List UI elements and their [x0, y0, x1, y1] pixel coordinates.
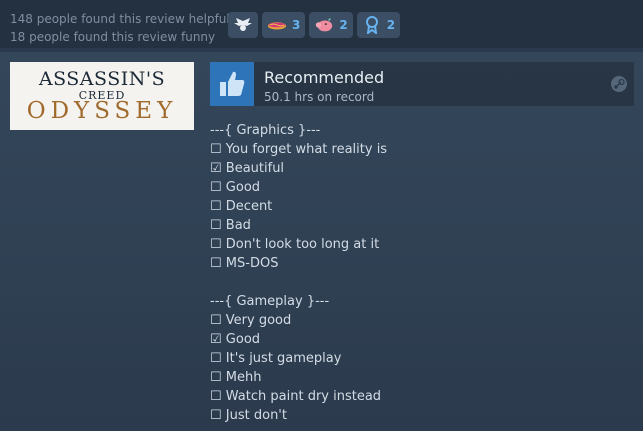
hot-dog-award-icon — [267, 16, 287, 34]
review-line: ---{ Graphics }--- — [210, 123, 321, 138]
helpfulness-summary: 148 people found this review helpful 18 … — [10, 10, 230, 46]
review-line: ☐ You forget what reality is — [210, 142, 388, 157]
review-line — [210, 273, 387, 292]
review-line: ☐ Watch paint dry instead — [210, 389, 382, 404]
review-header-bar: 148 people found this review helpful 18 … — [0, 0, 643, 48]
review-line: ☑ Beautiful — [210, 161, 285, 176]
recommendation-verdict: Recommended — [264, 68, 385, 87]
thumbs-up-icon — [210, 62, 254, 106]
ribbon-award-icon — [362, 16, 382, 34]
award-ribbon-count: 2 — [386, 18, 396, 32]
award-winged[interactable] — [228, 12, 258, 38]
recommendation-box[interactable]: Recommended 50.1 hrs on record — [210, 62, 634, 106]
award-ribbon[interactable]: 2 — [356, 12, 401, 38]
review-line: ☐ Mehh — [210, 370, 262, 385]
hours-on-record: 50.1 hrs on record — [264, 90, 375, 104]
review-line: ☐ MS-DOS — [210, 256, 279, 271]
review-line: ☐ Good — [210, 180, 261, 195]
pig-award-icon — [314, 16, 334, 34]
cover-title-line3: ODYSSEY — [26, 98, 178, 124]
review-line: ☐ It's just gameplay — [210, 351, 342, 366]
review-line: ---{ Gameplay }--- — [210, 294, 330, 309]
award-hot-dog-count: 3 — [292, 18, 301, 32]
awards-row: 3 2 2 — [228, 12, 401, 38]
review-line: ☐ Bad — [210, 218, 251, 233]
review-line: ☐ Very good — [210, 313, 292, 328]
helpful-count-text: 148 people found this review helpful — [10, 12, 230, 26]
award-hot-dog[interactable]: 3 — [262, 12, 306, 38]
award-pig[interactable]: 2 — [309, 12, 353, 38]
review-line: ☐ Don't look too long at it — [210, 237, 380, 252]
winged-award-icon — [233, 16, 253, 34]
review-line: ☐ Decent — [210, 199, 273, 214]
review-line: ☐ Just don't — [210, 408, 287, 423]
game-cover-image[interactable]: ASSASSIN'S CREED ODYSSEY — [10, 62, 194, 130]
review-line: ☑ Good — [210, 332, 261, 347]
award-pig-count: 2 — [339, 18, 348, 32]
cover-title-line1: ASSASSIN'S — [38, 68, 166, 90]
steam-icon — [610, 75, 628, 93]
funny-count-text: 18 people found this review funny — [10, 30, 216, 44]
review-text: ---{ Graphics }--- ☐ You forget what rea… — [210, 121, 387, 425]
